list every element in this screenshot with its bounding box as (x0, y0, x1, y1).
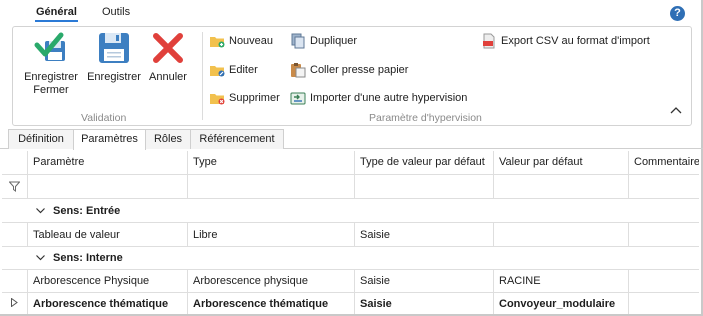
new-label: Nouveau (229, 35, 274, 47)
tab-referencement[interactable]: Référencement (190, 129, 284, 149)
cell-type-valeur[interactable]: Saisie (355, 275, 493, 287)
cell-type-valeur[interactable]: Saisie (355, 229, 493, 241)
filter-cell-commentaire[interactable] (629, 175, 699, 198)
cell-parametre[interactable]: Arborescence Physique (28, 275, 187, 287)
import-button[interactable]: Importer d'une autre hypervision (290, 90, 467, 106)
import-label: Importer d'une autre hypervision (310, 92, 468, 104)
cell-parametre[interactable]: Arborescence thématique (28, 298, 187, 310)
new-button[interactable]: Nouveau (209, 33, 273, 49)
duplicate-button[interactable]: Dupliquer (290, 33, 357, 49)
delete-button[interactable]: Supprimer (209, 90, 280, 106)
edit-label: Editer (229, 64, 258, 76)
save-icon (99, 33, 129, 63)
group-row-entree[interactable]: Sens: Entrée (36, 205, 120, 217)
edit-button[interactable]: Editer (209, 62, 258, 78)
current-row-indicator-icon (11, 298, 18, 307)
validation-group-label: Validation (81, 112, 127, 124)
export-csv-label: Export CSV au format d'import (501, 35, 650, 47)
delete-label: Supprimer (229, 92, 280, 104)
save-close-button[interactable]: Enregistrer Fermer (21, 31, 81, 97)
cell-type[interactable]: Arborescence thématique (188, 298, 354, 310)
column-header-type[interactable]: Type (188, 156, 353, 168)
cell-valeur-defaut[interactable]: Convoyeur_modulaire (494, 298, 628, 310)
folder-new-icon (210, 37, 225, 48)
tab-roles[interactable]: Rôles (145, 129, 191, 149)
group-separator (202, 32, 203, 120)
chevron-down-icon[interactable] (36, 255, 45, 261)
chevron-up-icon[interactable] (670, 105, 682, 115)
folder-edit-icon (210, 66, 225, 77)
group-title: Sens: Interne (53, 252, 123, 264)
cancel-icon (153, 33, 183, 63)
hypervision-group-label: Paramètre d'hypervision (369, 112, 482, 124)
duplicate-label: Dupliquer (310, 35, 358, 47)
save-label: Enregistrer (87, 71, 141, 83)
help-icon[interactable]: ? (670, 6, 685, 21)
group-row-interne[interactable]: Sens: Interne (36, 252, 123, 264)
cell-valeur-defaut[interactable]: RACINE (494, 275, 628, 287)
ribbon-panel: Enregistrer Fermer Enregistrer Annuler V… (12, 26, 692, 126)
paste-label: Coller presse papier (310, 64, 409, 76)
save-button[interactable]: Enregistrer (84, 31, 144, 84)
chevron-down-icon[interactable] (36, 208, 45, 214)
filter-icon[interactable] (9, 181, 20, 192)
cancel-button[interactable]: Annuler (147, 31, 189, 84)
folder-delete-icon (210, 94, 225, 105)
clipboard-paste-icon (291, 63, 306, 78)
import-icon (290, 92, 306, 105)
ribbon-tab-outils[interactable]: Outils (102, 6, 130, 18)
save-close-label-2: Fermer (33, 84, 69, 96)
save-close-label-1: Enregistrer (24, 71, 78, 83)
cancel-label: Annuler (149, 71, 187, 83)
column-header-parametre[interactable]: Paramètre (28, 156, 186, 168)
group-title: Sens: Entrée (53, 205, 121, 217)
ribbon-tab-general[interactable]: Général (35, 6, 78, 22)
cell-type[interactable]: Arborescence physique (188, 275, 354, 287)
csv-file-icon (483, 33, 495, 49)
save-close-icon (34, 32, 65, 61)
column-header-type-valeur[interactable]: Type de valeur par défaut (355, 156, 492, 168)
cell-parametre[interactable]: Tableau de valeur (28, 229, 187, 241)
tab-parametres[interactable]: Paramètres (73, 129, 146, 150)
duplicate-icon (291, 33, 305, 49)
filter-cell-type[interactable] (188, 175, 354, 198)
export-csv-button[interactable]: Export CSV au format d'import (481, 33, 650, 49)
filter-cell-type-valeur[interactable] (355, 175, 493, 198)
column-header-commentaire[interactable]: Commentaire (629, 156, 699, 168)
paste-button[interactable]: Coller presse papier (290, 62, 408, 78)
cell-type-valeur[interactable]: Saisie (355, 298, 493, 310)
filter-cell-valeur-defaut[interactable] (494, 175, 628, 198)
filter-cell-parametre[interactable] (28, 175, 187, 198)
tab-definition[interactable]: Définition (8, 129, 74, 149)
cell-type[interactable]: Libre (188, 229, 354, 241)
column-header-valeur-defaut[interactable]: Valeur par défaut (494, 156, 627, 168)
